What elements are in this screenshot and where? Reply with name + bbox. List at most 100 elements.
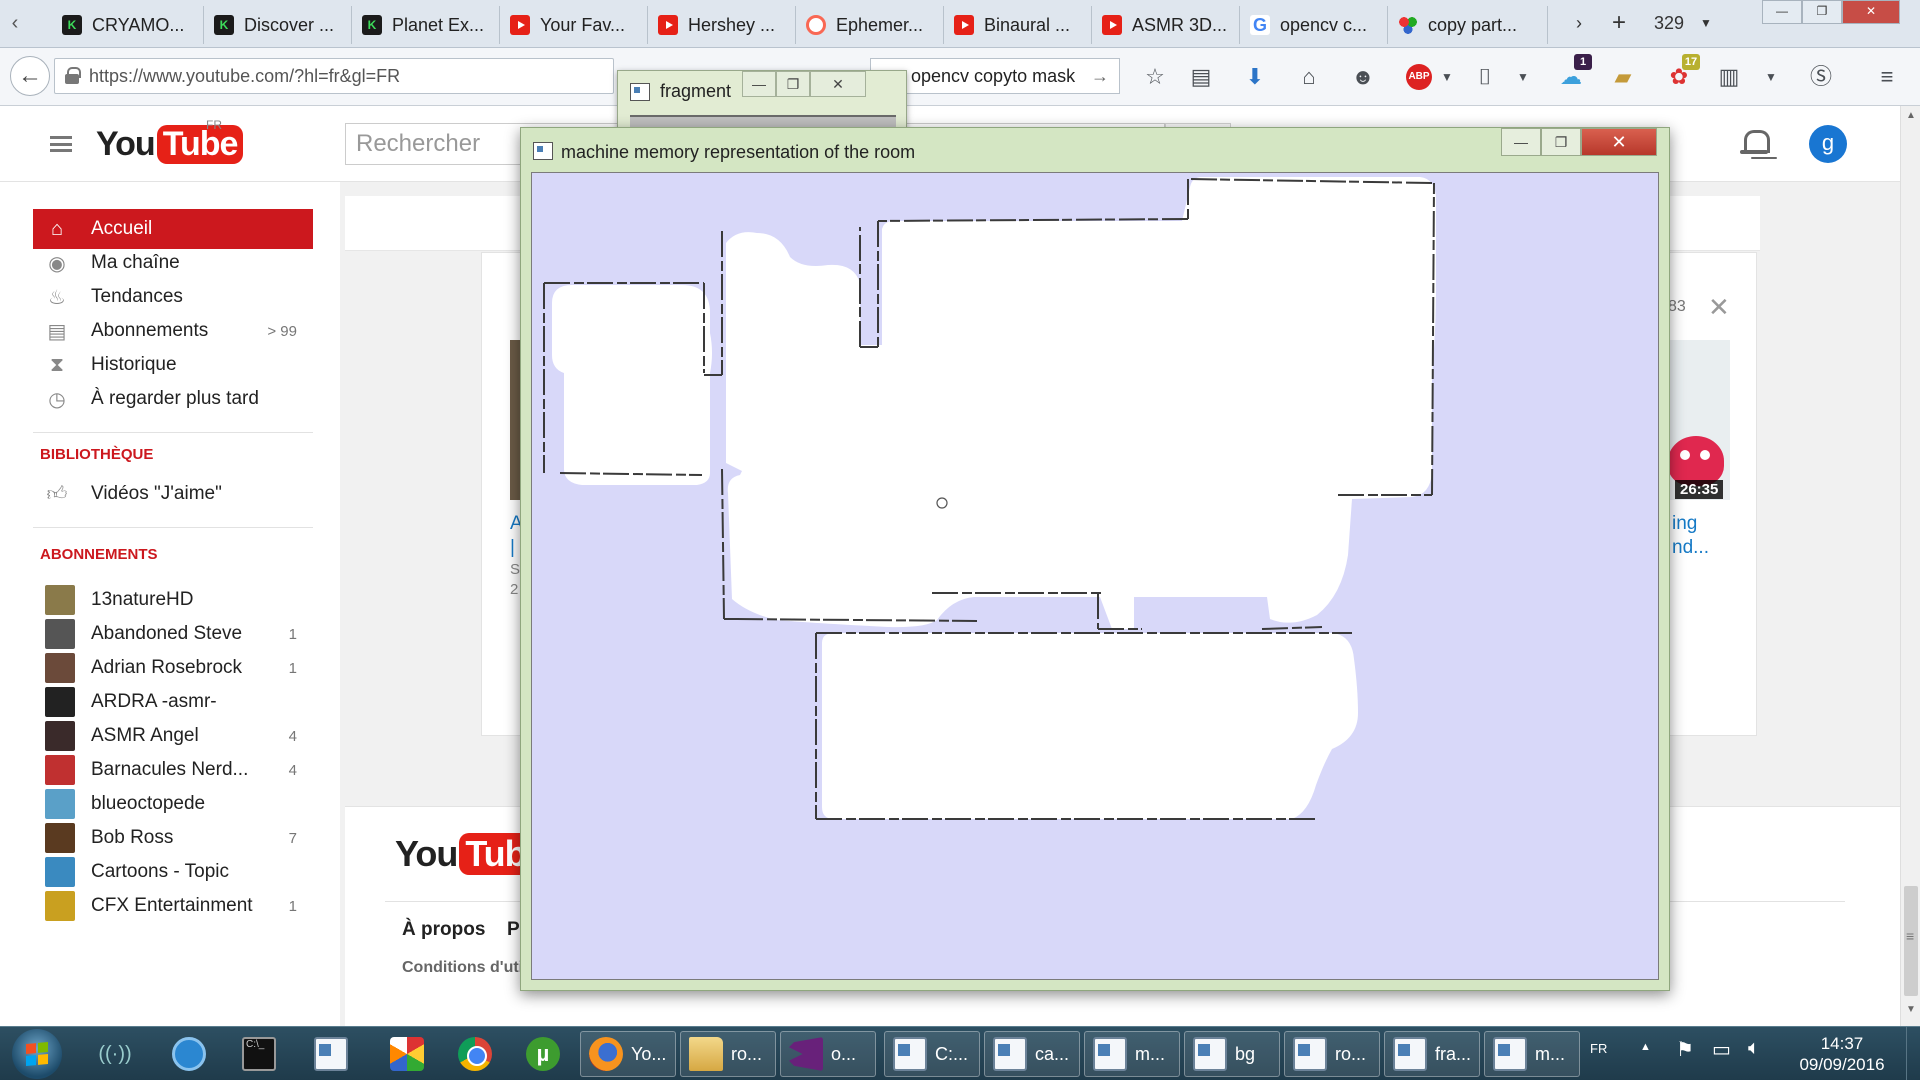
sidebar-item-videos-aime[interactable]: 👍︎ Vidéos "J'aime" <box>33 474 313 514</box>
tray-expand-icon[interactable]: ▲ <box>1640 1041 1651 1053</box>
browser-tab[interactable]: K Discover ... <box>204 6 352 44</box>
bookmark-star-icon[interactable]: ☆ <box>1140 62 1170 92</box>
home-icon[interactable]: ⌂ <box>1294 62 1324 92</box>
show-desktop-button[interactable] <box>1906 1027 1920 1080</box>
hamburger-menu-icon[interactable] <box>50 136 72 152</box>
taskbar-window-button[interactable]: o... <box>780 1031 876 1077</box>
tab-count: 329 <box>1654 13 1685 33</box>
minimize-button[interactable]: — <box>1762 0 1802 24</box>
sidebar-item-label: Accueil <box>91 218 153 239</box>
scroll-up-icon[interactable]: ▲ <box>1906 110 1916 121</box>
taskbar-pinned[interactable] <box>382 1031 432 1077</box>
reading-list-icon[interactable]: ▤ <box>1186 62 1216 92</box>
taskbar-pinned[interactable] <box>450 1031 500 1077</box>
browser-tab[interactable]: copy part... <box>1388 6 1548 44</box>
scrollbar-thumb[interactable] <box>1904 886 1918 996</box>
bookmark-folder-icon[interactable]: ▰ <box>1608 62 1638 92</box>
tab-list-dropdown-icon[interactable]: ▼ <box>1700 8 1712 38</box>
footer-link-partial[interactable]: P <box>507 919 520 941</box>
clipboard-icon[interactable]: ▥ <box>1714 62 1744 92</box>
footer-link-terms[interactable]: Conditions d'uti <box>402 959 523 977</box>
taskbar-window-button[interactable]: m... <box>1484 1031 1580 1077</box>
new-tab-button[interactable]: + <box>1612 8 1626 38</box>
close-button[interactable]: ✕ <box>1581 128 1657 156</box>
browser-search-field[interactable]: opencv copyto mask → <box>870 58 1120 94</box>
browser-tab[interactable]: Binaural ... <box>944 6 1092 44</box>
channel-name: Barnacules Nerd... <box>91 759 249 780</box>
tab-title: copy part... <box>1428 14 1518 35</box>
url-bar[interactable]: https://www.youtube.com/?hl=fr&gl=FR <box>54 58 614 94</box>
start-button[interactable] <box>12 1029 62 1079</box>
menu-icon[interactable]: ≡ <box>1872 62 1902 92</box>
browser-tab[interactable]: Hershey ... <box>648 6 796 44</box>
taskbar-window-button[interactable]: m... <box>1084 1031 1180 1077</box>
browser-tab[interactable]: Your Fav... <box>500 6 648 44</box>
memory-map-window[interactable]: machine memory representation of the roo… <box>520 127 1670 991</box>
taskbar-window-button[interactable]: fra... <box>1384 1031 1480 1077</box>
robot-marker <box>936 497 948 509</box>
browser-tab[interactable]: ASMR 3D... <box>1092 6 1240 44</box>
clipboard-dropdown-icon[interactable]: ▼ <box>1756 62 1786 92</box>
subscription-item[interactable]: CFX Entertainment 1 <box>33 886 313 926</box>
taskbar-window-button[interactable]: Yo... <box>580 1031 676 1077</box>
download-icon[interactable]: ⬇ <box>1240 62 1270 92</box>
screenshot-icon[interactable]: ⌷ <box>1470 62 1500 92</box>
video-title[interactable]: ing nd... <box>1672 512 1709 560</box>
close-icon[interactable]: ✕ <box>1708 292 1730 323</box>
sidebar-item-regarder-plus-tard[interactable]: ◷ À regarder plus tard <box>33 379 313 419</box>
taskbar-pinned[interactable]: µ <box>518 1031 568 1077</box>
taskbar-pinned[interactable]: C:\_ <box>234 1031 284 1077</box>
taskbar-pinned[interactable] <box>164 1031 214 1077</box>
back-button[interactable]: ← <box>10 56 50 96</box>
taskbar-pinned[interactable]: ((·)) <box>90 1031 140 1077</box>
volume-icon[interactable]: 🔈︎ <box>1748 1037 1760 1060</box>
maximize-button[interactable]: ❐ <box>776 71 810 97</box>
free-region <box>552 285 712 485</box>
video-meta-line: 2 <box>510 581 519 598</box>
taskbar-label: m... <box>1535 1043 1565 1064</box>
taskbar-window-button[interactable]: ro... <box>680 1031 776 1077</box>
screenshot-dropdown-icon[interactable]: ▼ <box>1508 62 1538 92</box>
language-indicator[interactable]: FR <box>1590 1041 1607 1056</box>
sidebar-item-label: Ma chaîne <box>91 252 180 273</box>
tab-scroll-left-button[interactable]: ‹ <box>4 8 26 38</box>
minimize-button[interactable]: — <box>742 71 776 97</box>
browser-tab[interactable]: Ephemer... <box>796 6 944 44</box>
scroll-down-icon[interactable]: ▼ <box>1906 1004 1916 1015</box>
taskbar-window-button[interactable]: C:... <box>884 1031 980 1077</box>
youtube-logo[interactable]: You Tube FR <box>96 118 244 166</box>
extensions-icon[interactable]: ✿ 17 <box>1664 54 1700 92</box>
close-button[interactable]: ✕ <box>1842 0 1900 24</box>
adblock-icon[interactable]: ABP <box>1406 64 1432 90</box>
new-videos-count: 1 <box>288 659 297 677</box>
taskbar-window-button[interactable]: ro... <box>1284 1031 1380 1077</box>
taskbar-label: ro... <box>1335 1043 1367 1064</box>
flag-icon[interactable]: ⚑ <box>1676 1037 1694 1062</box>
network-tray-icon[interactable]: ▭ <box>1712 1037 1731 1062</box>
search-go-icon[interactable]: → <box>1091 59 1109 93</box>
maximize-button[interactable]: ❐ <box>1802 0 1842 24</box>
chat-icon[interactable]: ☻ <box>1348 62 1378 92</box>
ghostery-icon[interactable]: ☁ 1 <box>1556 54 1592 92</box>
subscriptions-heading[interactable]: ABONNEMENTS <box>40 546 158 563</box>
extension-s-icon[interactable]: Ⓢ <box>1806 62 1836 92</box>
library-heading[interactable]: BIBLIOTHÈQUE <box>40 446 153 463</box>
close-button[interactable]: ✕ <box>810 71 866 97</box>
tab-scroll-right-button[interactable]: › <box>1576 8 1582 38</box>
browser-tab[interactable]: K Planet Ex... <box>352 6 500 44</box>
taskbar-pinned[interactable] <box>306 1031 356 1077</box>
footer-link-about[interactable]: À propos <box>402 919 485 941</box>
minimize-button[interactable]: — <box>1501 128 1541 156</box>
window-app-icon <box>533 142 553 160</box>
taskbar-window-button[interactable]: ca... <box>984 1031 1080 1077</box>
browser-tab[interactable]: K CRYAMO... <box>52 6 204 44</box>
avatar[interactable]: g <box>1809 125 1847 163</box>
taskbar-window-button[interactable]: bg <box>1184 1031 1280 1077</box>
clock[interactable]: 14:37 09/09/2016 <box>1792 1033 1892 1075</box>
adblock-dropdown-icon[interactable]: ▼ <box>1432 62 1462 92</box>
maximize-button[interactable]: ❐ <box>1541 128 1581 156</box>
browser-tab[interactable]: G opencv c... <box>1240 6 1388 44</box>
bell-icon[interactable] <box>1740 128 1770 158</box>
page-scrollbar[interactable]: ▲ ▼ <box>1900 106 1920 1026</box>
subscriptions-icon: ▤ <box>47 320 67 343</box>
